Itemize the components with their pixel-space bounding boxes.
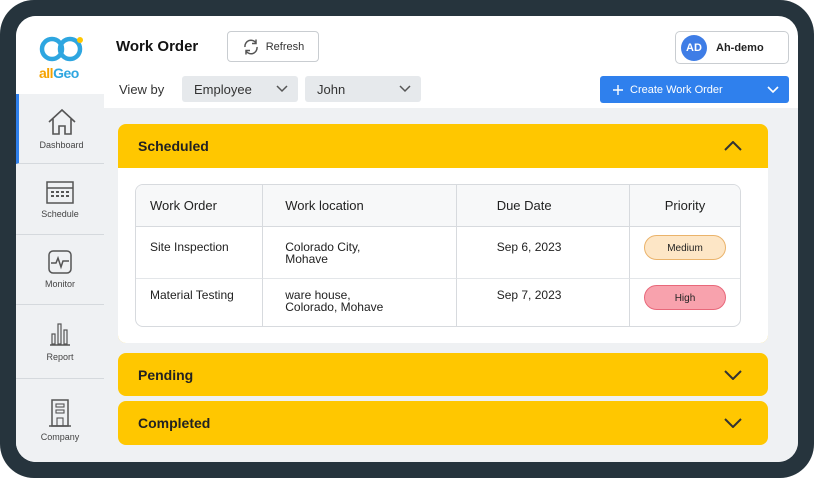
chevron-up-icon[interactable] — [724, 141, 742, 151]
refresh-button[interactable]: Refresh — [227, 31, 319, 62]
sidebar-item-schedule[interactable]: Schedule — [16, 164, 104, 235]
sidebar-item-label: Monitor — [44, 279, 75, 289]
sidebar-item-label: Dashboard — [39, 139, 84, 150]
refresh-label: Refresh — [265, 40, 305, 53]
device-frame: allGeo Dashboard Schedule Monitor Report… — [0, 0, 814, 478]
logo-rings-icon — [39, 36, 83, 62]
user-name: Ah-demo — [716, 41, 764, 54]
chevron-down-icon — [399, 85, 411, 93]
completed-section: Completed — [118, 401, 768, 445]
column-header-work-location[interactable]: Work location — [263, 185, 457, 227]
sidebar-item-label: Schedule — [41, 209, 79, 219]
view-by-select[interactable]: Employee — [182, 76, 298, 102]
priority-badge: High — [644, 285, 726, 310]
sidebar-item-label: Company — [40, 432, 80, 442]
sidebar-item-report[interactable]: Report — [16, 304, 104, 379]
plus-icon — [613, 84, 623, 95]
chevron-down-icon[interactable] — [767, 85, 779, 94]
chevron-down-icon[interactable] — [724, 418, 742, 428]
table-row[interactable]: Site Inspection Colorado City, Mohave Se… — [136, 227, 740, 279]
column-header-work-order[interactable]: Work Order — [136, 185, 264, 227]
monitor-icon — [48, 250, 72, 274]
calendar-icon — [46, 181, 74, 204]
sidebar-item-monitor[interactable]: Monitor — [16, 234, 104, 305]
scheduled-section-body: Work Order Work location Due Date Priori… — [118, 168, 768, 343]
employee-value: John — [317, 81, 346, 97]
section-title: Pending — [138, 366, 194, 383]
scheduled-section-header[interactable]: Scheduled — [118, 124, 768, 168]
location-cell: ware house, Colorado, Mohave — [263, 279, 457, 326]
priority-cell: Medium — [630, 227, 740, 279]
completed-section-header[interactable]: Completed — [118, 401, 768, 445]
bar-chart-icon — [50, 323, 70, 346]
logo-text: allGeo — [39, 65, 79, 81]
main-panel: Scheduled Work Order Work location Due D… — [104, 108, 798, 462]
page-title: Work Order — [116, 38, 199, 55]
employee-select[interactable]: John — [305, 76, 421, 102]
home-icon — [47, 108, 76, 135]
create-work-order-button[interactable]: Create Work Order — [600, 76, 789, 103]
due-date-cell: Sep 7, 2023 — [457, 279, 630, 326]
table-header-row: Work Order Work location Due Date Priori… — [136, 185, 740, 227]
chevron-down-icon[interactable] — [724, 369, 742, 380]
section-title: Completed — [138, 415, 211, 431]
building-icon — [49, 399, 71, 427]
work-order-cell: Site Inspection — [136, 227, 264, 279]
priority-cell: High — [630, 279, 740, 326]
section-title: Scheduled — [138, 138, 209, 154]
location-cell: Colorado City, Mohave — [263, 227, 457, 279]
refresh-icon — [243, 39, 258, 54]
column-header-priority[interactable]: Priority — [630, 185, 740, 227]
avatar: AD — [681, 34, 707, 61]
work-order-table: Work Order Work location Due Date Priori… — [135, 184, 741, 327]
pending-section: Pending — [118, 353, 768, 396]
table-row[interactable]: Material Testing ware house, Colorado, M… — [136, 279, 740, 326]
app-window: allGeo Dashboard Schedule Monitor Report… — [16, 16, 798, 462]
priority-badge: Medium — [644, 235, 726, 260]
view-by-value: Employee — [194, 81, 252, 97]
column-header-due-date[interactable]: Due Date — [456, 185, 630, 227]
work-order-cell: Material Testing — [136, 279, 264, 326]
scheduled-section: Scheduled Work Order Work location Due D… — [118, 124, 768, 343]
sidebar: allGeo Dashboard Schedule Monitor Report… — [16, 16, 104, 462]
allgeo-logo: allGeo — [16, 16, 104, 94]
sidebar-item-label: Report — [46, 352, 74, 362]
view-by-label: View by — [119, 82, 165, 97]
due-date-cell: Sep 6, 2023 — [456, 227, 630, 279]
location-line: Mohave — [285, 252, 328, 266]
chevron-down-icon — [276, 85, 288, 93]
pending-section-header[interactable]: Pending — [118, 353, 768, 396]
location-line: Colorado, Mohave — [285, 300, 384, 314]
sidebar-nav: Dashboard Schedule Monitor Report Compan… — [16, 94, 104, 462]
sidebar-item-company[interactable]: Company — [16, 378, 104, 462]
user-menu[interactable]: AD Ah-demo — [675, 31, 789, 64]
sidebar-item-dashboard[interactable]: Dashboard — [16, 94, 104, 164]
create-work-order-label: Create Work Order — [630, 83, 723, 96]
